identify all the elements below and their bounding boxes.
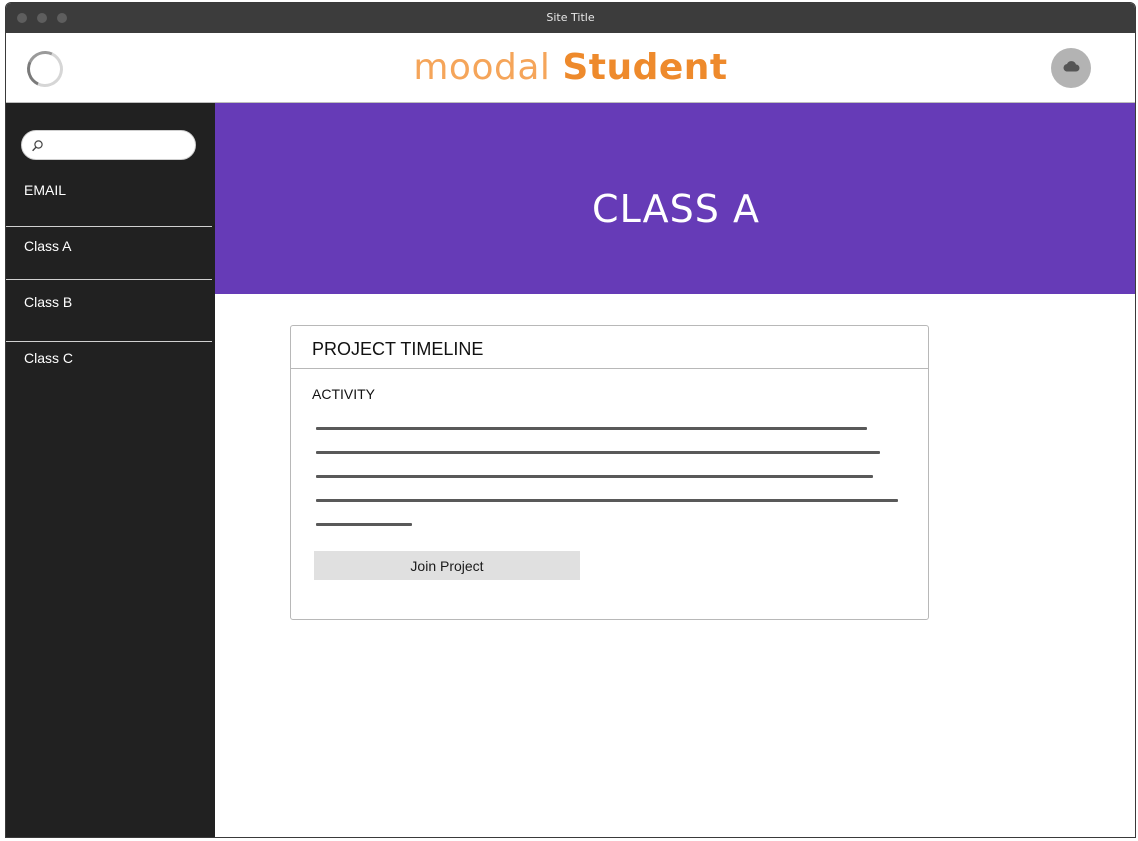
search-input[interactable] [50, 135, 190, 155]
window-title: Site Title [546, 11, 595, 24]
search-icon [31, 139, 45, 153]
card-subtitle: ACTIVITY [312, 386, 376, 402]
brand-logo[interactable]: moodal Student [6, 47, 1135, 88]
text-placeholder-line [316, 451, 880, 454]
text-placeholder-line [316, 523, 412, 526]
text-placeholder-line [316, 475, 873, 478]
profile-button[interactable] [1051, 48, 1091, 88]
sidebar-item-class-b[interactable]: Class B [6, 279, 212, 341]
app-header: moodal Student [6, 33, 1135, 103]
user-email-label: EMAIL [24, 182, 67, 198]
page-title: CLASS A [592, 187, 760, 231]
sidebar-item-class-c[interactable]: Class C [6, 341, 212, 401]
title-bar: Site Title [6, 3, 1135, 33]
project-timeline-card: PROJECT TIMELINE ACTIVITY Join Project [290, 325, 929, 620]
sidebar-item-label: Class A [24, 238, 72, 254]
text-placeholder-line [316, 499, 898, 502]
brand-role: Student [562, 47, 728, 88]
sidebar: EMAIL Class A Class B Class C [6, 103, 215, 837]
cloud-icon [1062, 59, 1080, 77]
sidebar-item-class-a[interactable]: Class A [6, 226, 212, 279]
text-placeholder-line [316, 427, 867, 430]
search-box[interactable] [21, 130, 196, 160]
app-window: Site Title moodal Student EMAIL Class A … [5, 2, 1136, 838]
brand-name: moodal [413, 47, 551, 88]
sidebar-item-label: Class C [24, 350, 74, 366]
class-banner: CLASS A [215, 103, 1135, 294]
card-header: PROJECT TIMELINE [291, 326, 928, 369]
card-title: PROJECT TIMELINE [312, 339, 484, 359]
join-project-button[interactable]: Join Project [314, 551, 580, 580]
sidebar-item-label: Class B [24, 294, 73, 310]
